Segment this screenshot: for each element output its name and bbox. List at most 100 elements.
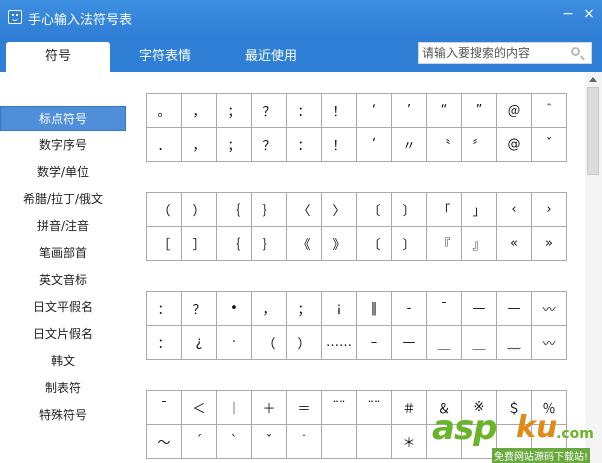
symbol-cell[interactable]: ： (287, 128, 322, 162)
symbol-cell[interactable]: ； (217, 128, 252, 162)
symbol-cell[interactable]: ˉ (147, 391, 182, 425)
symbol-cell[interactable]: ［ (147, 227, 182, 261)
symbol-cell[interactable]: » (532, 227, 567, 261)
symbol-cell[interactable]: ｝ (252, 193, 287, 227)
symbol-cell[interactable]: ． (147, 128, 182, 162)
scroll-up-arrow-icon[interactable] (589, 77, 597, 82)
symbol-cell[interactable]: 『 (427, 227, 462, 261)
symbol-cell[interactable]: ） (287, 326, 322, 360)
symbol-cell[interactable]: …… (322, 326, 357, 360)
symbol-cell[interactable]: “ (427, 94, 462, 128)
symbol-cell[interactable]: – (357, 326, 392, 360)
symbol-cell[interactable]: · (217, 326, 252, 360)
symbol-cell[interactable]: ＃ (392, 391, 427, 425)
symbol-cell[interactable]: 〰 (532, 292, 567, 326)
symbol-cell[interactable]: 〞 (462, 128, 497, 162)
symbol-cell[interactable]: › (532, 193, 567, 227)
symbol-cell[interactable]: ˊ (182, 425, 217, 459)
symbol-cell[interactable]: 》 (322, 227, 357, 261)
symbol-cell[interactable]: 〉 (322, 193, 357, 227)
symbol-cell[interactable]: 〃 (392, 128, 427, 162)
symbol-cell[interactable]: ， (182, 128, 217, 162)
symbol-cell[interactable]: 〔 (357, 227, 392, 261)
symbol-cell[interactable]: — (462, 292, 497, 326)
symbol-cell[interactable]: ｜ (217, 391, 252, 425)
symbol-cell[interactable]: ？ (252, 128, 287, 162)
symbol-cell[interactable]: ＋ (252, 391, 287, 425)
symbol-cell[interactable]: ﹏ (497, 326, 532, 360)
symbol-cell[interactable]: ： (147, 292, 182, 326)
symbol-cell[interactable]: 〰 (532, 326, 567, 360)
symbol-cell[interactable]: ˙ (287, 425, 322, 459)
symbol-cell[interactable]: ‘ (357, 94, 392, 128)
symbol-cell[interactable]: ¨¨ (357, 391, 392, 425)
symbol-cell[interactable]: ¡ (322, 292, 357, 326)
symbol-cell[interactable]: ＿ (427, 326, 462, 360)
symbol-cell[interactable]: ＠ (497, 94, 532, 128)
symbol-cell[interactable]: ） (182, 193, 217, 227)
symbol-cell[interactable]: ˇ (252, 425, 287, 459)
symbol-cell[interactable]: ’ (392, 94, 427, 128)
symbol-cell[interactable]: 〕 (392, 193, 427, 227)
symbol-cell[interactable]: ＿ (462, 326, 497, 360)
symbol-cell[interactable]: ’ (357, 128, 392, 162)
symbol-cell[interactable]: — (392, 326, 427, 360)
symbol-cell[interactable]: ＊ (392, 425, 427, 459)
symbol-cell[interactable]: （ (252, 326, 287, 360)
sidebar-item-korean[interactable]: 韩文 (0, 349, 126, 374)
symbol-cell[interactable]: ‹ (497, 193, 532, 227)
sidebar-item-pinyin-zhuyin[interactable]: 拼音/注音 (0, 214, 126, 239)
symbol-cell[interactable]: • (217, 292, 252, 326)
symbol-cell[interactable]: ？ (182, 292, 217, 326)
symbol-cell[interactable] (322, 425, 357, 459)
symbol-cell[interactable]: 〕 (392, 227, 427, 261)
symbol-cell[interactable]: ？ (252, 94, 287, 128)
tab-recent[interactable]: 最近使用 (224, 42, 318, 72)
sidebar-item-strokes-radicals[interactable]: 笔画部首 (0, 241, 126, 266)
symbol-cell[interactable]: ｛ (217, 193, 252, 227)
symbol-cell[interactable]: ˋ (217, 425, 252, 459)
symbol-cell[interactable]: 〝 (427, 128, 462, 162)
symbol-cell[interactable]: - (392, 292, 427, 326)
sidebar-item-english-phonetics[interactable]: 英文音标 (0, 268, 126, 293)
symbol-cell[interactable]: ‖ (357, 292, 392, 326)
symbol-cell[interactable]: « (497, 227, 532, 261)
symbol-cell[interactable]: 〈 (287, 193, 322, 227)
symbol-cell[interactable]: ” (462, 94, 497, 128)
symbol-cell[interactable]: ， (252, 292, 287, 326)
symbol-cell[interactable]: 〔 (357, 193, 392, 227)
symbol-cell[interactable]: ， (182, 94, 217, 128)
symbol-cell[interactable]: ＜ (182, 391, 217, 425)
symbol-cell[interactable]: ｛ (217, 227, 252, 261)
symbol-cell[interactable]: ｝ (252, 227, 287, 261)
scroll-thumb[interactable] (587, 87, 599, 175)
symbol-cell[interactable] (357, 425, 392, 459)
vertical-scrollbar[interactable] (585, 72, 602, 463)
tab-symbols[interactable]: 符号 (6, 42, 110, 72)
symbol-cell[interactable]: 。 (147, 94, 182, 128)
symbol-cell[interactable]: ： (147, 326, 182, 360)
sidebar-item-greek-latin-russian[interactable]: 希腊/拉丁/俄文 (0, 187, 126, 212)
symbol-cell[interactable]: ＝ (287, 391, 322, 425)
sidebar-item-punctuation[interactable]: 标点符号 (0, 106, 126, 131)
symbol-cell[interactable]: 《 (287, 227, 322, 261)
symbol-cell[interactable]: ¯ (427, 292, 462, 326)
sidebar-item-katakana[interactable]: 日文片假名 (0, 322, 126, 347)
symbol-cell[interactable]: ！ (322, 128, 357, 162)
sidebar-item-special-symbols[interactable]: 特殊符号 (0, 403, 126, 428)
search-input[interactable] (419, 43, 570, 63)
symbol-cell[interactable]: ˇ (532, 128, 567, 162)
symbol-cell[interactable]: ： (287, 94, 322, 128)
symbol-cell[interactable]: ¿ (182, 326, 217, 360)
symbol-cell[interactable]: ～ (147, 425, 182, 459)
sidebar-item-hiragana[interactable]: 日文平假名 (0, 295, 126, 320)
symbol-cell[interactable]: — (497, 292, 532, 326)
symbol-cell[interactable]: 」 (462, 193, 497, 227)
sidebar-item-math-units[interactable]: 数学/单位 (0, 160, 126, 185)
symbol-cell[interactable]: @ (497, 128, 532, 162)
sidebar-item-box-drawing[interactable]: 制表符 (0, 376, 126, 401)
search-icon[interactable] (571, 47, 580, 56)
close-button[interactable]: × (581, 6, 597, 22)
sidebar-item-number-serial[interactable]: 数字序号 (0, 133, 126, 158)
symbol-cell[interactable]: ！ (322, 94, 357, 128)
